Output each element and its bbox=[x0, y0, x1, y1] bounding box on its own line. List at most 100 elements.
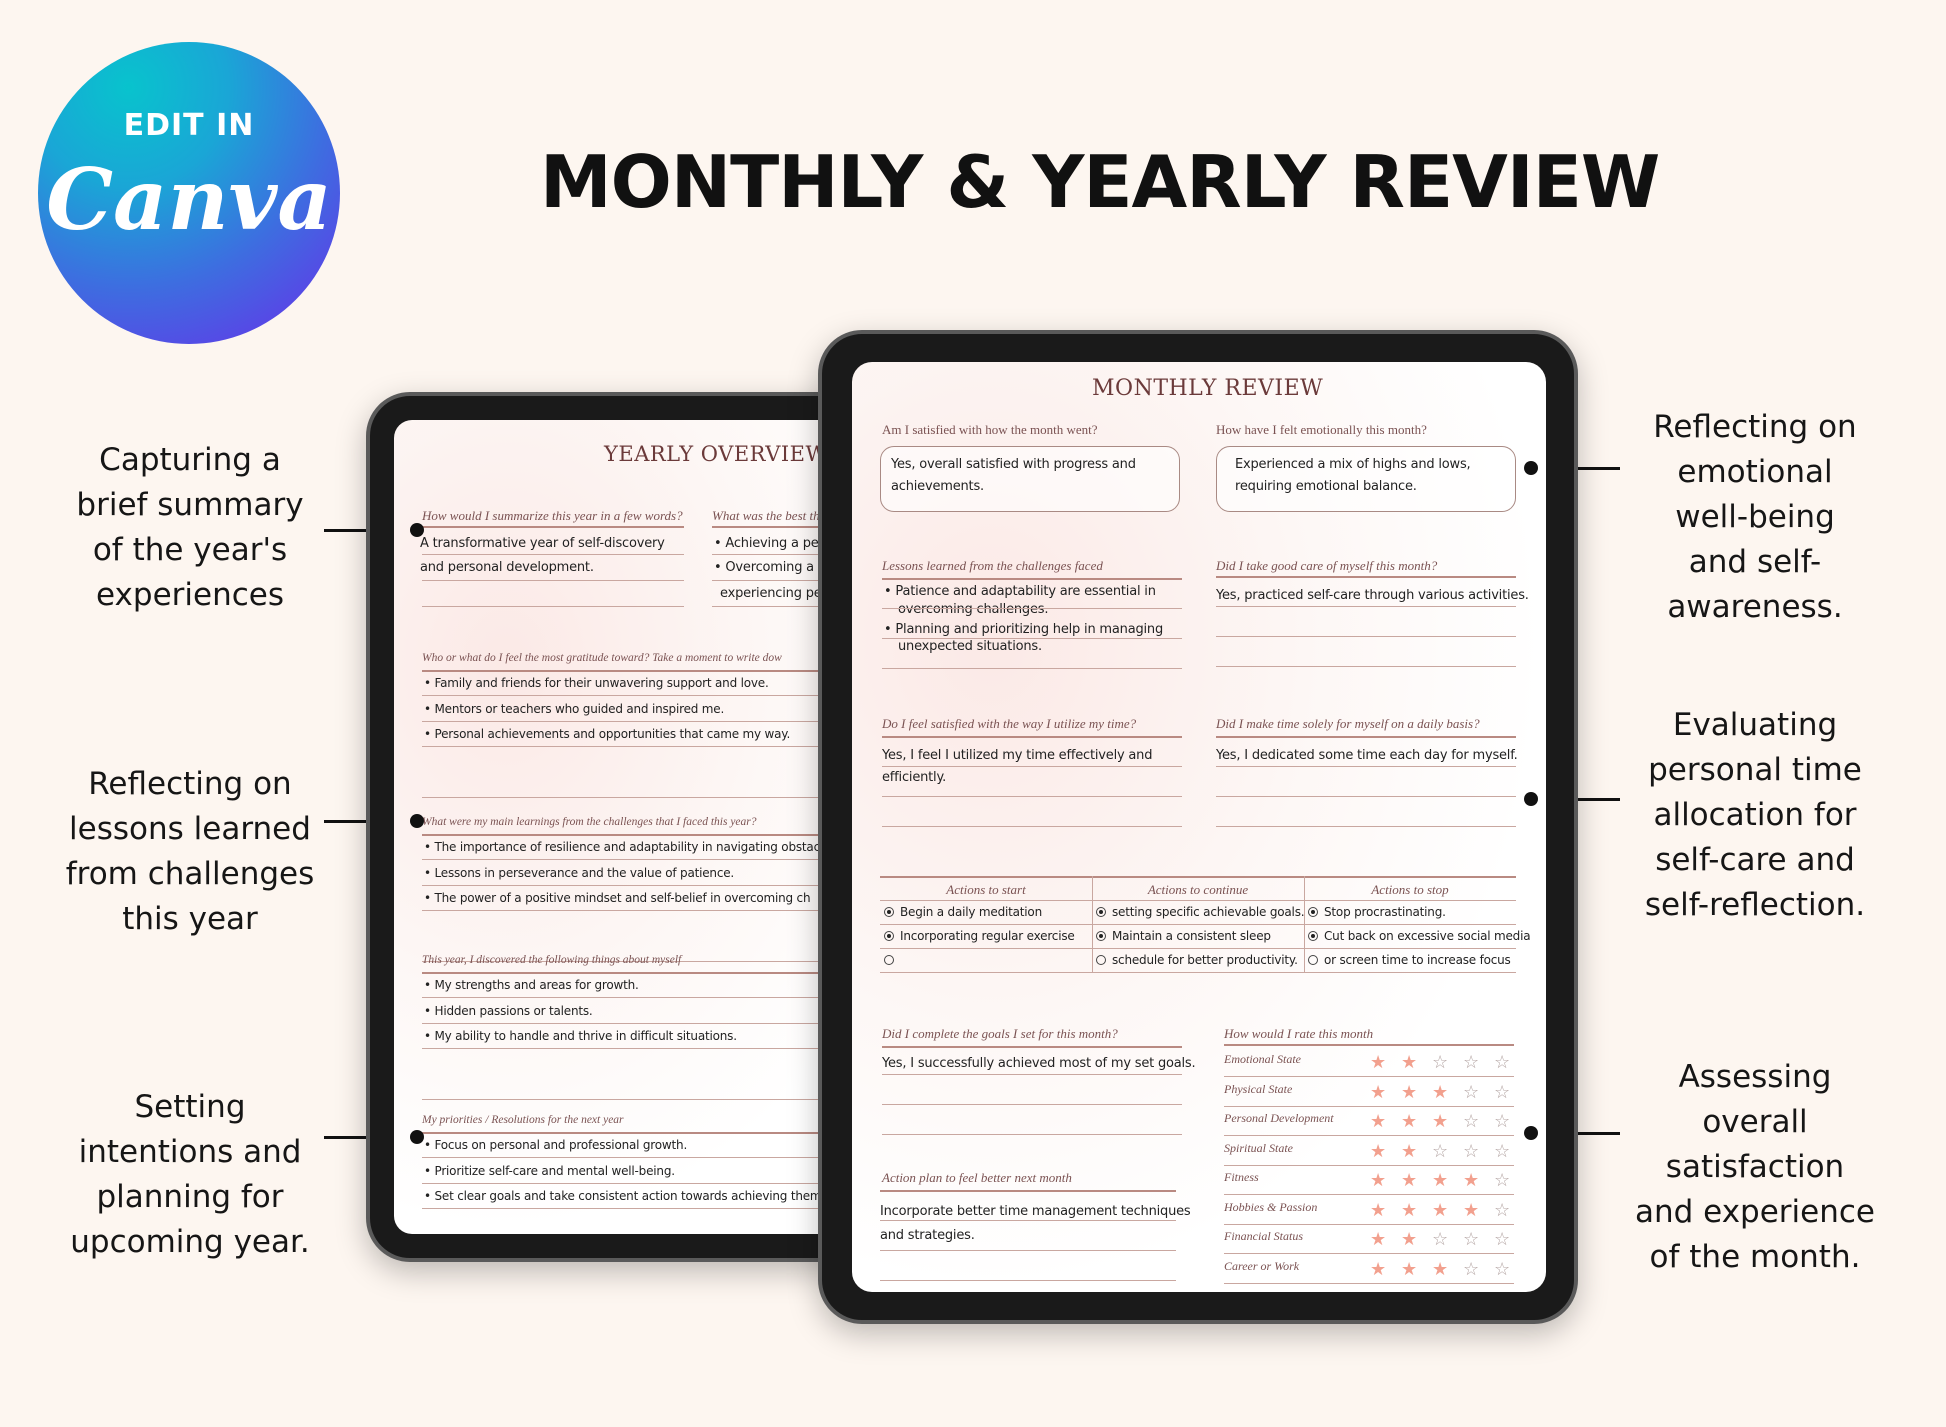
annotation-intentions: Setting intentions and planning for upcomin… bbox=[40, 1085, 340, 1265]
star-filled-icon[interactable]: ★ bbox=[1370, 1054, 1386, 1072]
annotation-line: of the year's bbox=[92, 532, 288, 568]
star-empty-icon[interactable]: ☆ bbox=[1463, 1260, 1479, 1279]
star-empty-icon[interactable]: ☆ bbox=[1494, 1231, 1510, 1249]
divider bbox=[1216, 766, 1516, 767]
radio-button[interactable] bbox=[1096, 907, 1106, 917]
action-item[interactable]: or screen time to increase focus bbox=[1308, 953, 1511, 967]
yearly-list-item: • Focus on personal and professional gro… bbox=[424, 1138, 688, 1152]
star-filled-icon[interactable]: ★ bbox=[1370, 1113, 1386, 1131]
star-empty-icon[interactable]: ☆ bbox=[1463, 1083, 1479, 1102]
star-filled-icon[interactable]: ★ bbox=[1401, 1172, 1417, 1190]
connector-dot bbox=[1524, 1126, 1538, 1140]
action-item-text: Stop procrastinating. bbox=[1324, 905, 1446, 919]
answer-goals: Yes, I successfully achieved most of my … bbox=[882, 1056, 1196, 1071]
annotation-line: Capturing a bbox=[99, 442, 281, 478]
annotation-line: Evaluating bbox=[1672, 707, 1838, 743]
star-empty-icon[interactable]: ☆ bbox=[1494, 1201, 1510, 1220]
column-divider bbox=[1092, 876, 1093, 972]
star-empty-icon[interactable]: ☆ bbox=[1494, 1172, 1510, 1190]
star-empty-icon[interactable]: ☆ bbox=[1432, 1054, 1448, 1072]
star-empty-icon[interactable]: ☆ bbox=[1463, 1054, 1479, 1072]
canva-logo-text: Canva bbox=[46, 150, 332, 249]
star-filled-icon[interactable]: ★ bbox=[1370, 1201, 1386, 1220]
question-lessons: Lessons learned from the challenges face… bbox=[882, 558, 1103, 573]
divider bbox=[1216, 576, 1516, 578]
radio-button[interactable] bbox=[1308, 931, 1318, 941]
yearly-list-item: • Hidden passions or talents. bbox=[424, 1003, 593, 1018]
radio-button[interactable] bbox=[1308, 907, 1318, 917]
radio-button[interactable] bbox=[1308, 955, 1318, 965]
monthly-review-screen: MONTHLY REVIEW Am I satisfied with how t… bbox=[852, 362, 1546, 1292]
answer-box-satisfied[interactable]: Yes, overall satisfied with progress and… bbox=[880, 446, 1180, 512]
divider bbox=[882, 826, 1182, 827]
star-filled-icon[interactable]: ★ bbox=[1401, 1231, 1417, 1249]
star-filled-icon[interactable]: ★ bbox=[1370, 1172, 1386, 1190]
radio-button[interactable] bbox=[1096, 931, 1106, 941]
action-item[interactable] bbox=[884, 953, 900, 967]
annotation-line: emotional bbox=[1677, 454, 1833, 490]
action-item[interactable]: Maintain a consistent sleep bbox=[1096, 929, 1271, 943]
star-empty-icon[interactable]: ☆ bbox=[1432, 1142, 1448, 1161]
actions-header: Actions to start bbox=[946, 882, 1026, 897]
radio-button[interactable] bbox=[1096, 955, 1106, 965]
divider bbox=[1224, 1076, 1514, 1077]
divider bbox=[880, 948, 1516, 949]
divider bbox=[422, 526, 684, 528]
connector-dot bbox=[410, 1130, 424, 1144]
star-empty-icon[interactable]: ☆ bbox=[1494, 1260, 1510, 1279]
star-filled-icon[interactable]: ★ bbox=[1432, 1172, 1448, 1190]
radio-button[interactable] bbox=[884, 931, 894, 941]
star-filled-icon[interactable]: ★ bbox=[1370, 1142, 1386, 1161]
star-empty-icon[interactable]: ☆ bbox=[1494, 1113, 1510, 1131]
star-empty-icon[interactable]: ☆ bbox=[1463, 1142, 1479, 1161]
answer-time-2: efficiently. bbox=[882, 770, 947, 785]
action-item[interactable]: schedule for better productivity. bbox=[1096, 953, 1298, 967]
action-item-text: schedule for better productivity. bbox=[1112, 953, 1298, 967]
answer-time-1: Yes, I feel I utilized my time effective… bbox=[882, 748, 1153, 763]
annotation-line: Setting bbox=[134, 1089, 246, 1125]
star-filled-icon[interactable]: ★ bbox=[1370, 1260, 1386, 1279]
star-empty-icon[interactable]: ☆ bbox=[1494, 1142, 1510, 1161]
star-empty-icon[interactable]: ☆ bbox=[1463, 1231, 1479, 1249]
answer-plan-1: Incorporate better time management techn… bbox=[880, 1204, 1191, 1219]
star-filled-icon[interactable]: ★ bbox=[1401, 1260, 1417, 1279]
star-filled-icon[interactable]: ★ bbox=[1370, 1231, 1386, 1249]
star-filled-icon[interactable]: ★ bbox=[1401, 1113, 1417, 1131]
divider bbox=[422, 606, 684, 607]
star-filled-icon[interactable]: ★ bbox=[1401, 1201, 1417, 1220]
rating-label: Emotional State bbox=[1224, 1052, 1301, 1066]
annotation-line: self-reflection. bbox=[1644, 887, 1866, 923]
star-empty-icon[interactable]: ☆ bbox=[1494, 1054, 1510, 1072]
annotation-line: awareness. bbox=[1667, 589, 1843, 625]
answer-satisfied-1: Yes, overall satisfied with progress and bbox=[891, 457, 1136, 472]
action-item[interactable]: Begin a daily meditation bbox=[884, 905, 1042, 919]
action-item[interactable]: Stop procrastinating. bbox=[1308, 905, 1446, 919]
radio-button[interactable] bbox=[884, 955, 894, 965]
question-summary: How would I summarize this year in a few… bbox=[422, 508, 683, 523]
divider bbox=[1224, 1164, 1514, 1166]
edit-in-canva-badge[interactable]: EDIT IN Canva bbox=[38, 42, 340, 344]
star-filled-icon[interactable]: ★ bbox=[1432, 1083, 1448, 1102]
action-item[interactable]: setting specific achievable goals. bbox=[1096, 905, 1305, 919]
star-empty-icon[interactable]: ☆ bbox=[1463, 1113, 1479, 1131]
action-item[interactable]: Cut back on excessive social media bbox=[1308, 929, 1531, 943]
star-filled-icon[interactable]: ★ bbox=[1401, 1142, 1417, 1161]
star-filled-icon[interactable]: ★ bbox=[1370, 1083, 1386, 1102]
star-empty-icon[interactable]: ☆ bbox=[1432, 1231, 1448, 1249]
divider bbox=[1224, 1253, 1514, 1254]
annotation-line: of the month. bbox=[1649, 1239, 1861, 1275]
star-filled-icon[interactable]: ★ bbox=[1432, 1113, 1448, 1131]
answer-box-emotional[interactable]: Experienced a mix of highs and lows, req… bbox=[1216, 446, 1516, 512]
divider bbox=[1216, 606, 1516, 607]
star-filled-icon[interactable]: ★ bbox=[1463, 1172, 1479, 1190]
action-item[interactable]: Incorporating regular exercise bbox=[884, 929, 1075, 943]
star-filled-icon[interactable]: ★ bbox=[1401, 1083, 1417, 1102]
star-empty-icon[interactable]: ☆ bbox=[1494, 1083, 1510, 1102]
star-filled-icon[interactable]: ★ bbox=[1432, 1260, 1448, 1279]
question-best: What was the best th bbox=[712, 508, 820, 523]
star-filled-icon[interactable]: ★ bbox=[1432, 1201, 1448, 1220]
star-filled-icon[interactable]: ★ bbox=[1401, 1054, 1417, 1072]
radio-button[interactable] bbox=[884, 907, 894, 917]
answer-best-1: • Achieving a per bbox=[714, 536, 824, 551]
star-filled-icon[interactable]: ★ bbox=[1463, 1201, 1479, 1220]
